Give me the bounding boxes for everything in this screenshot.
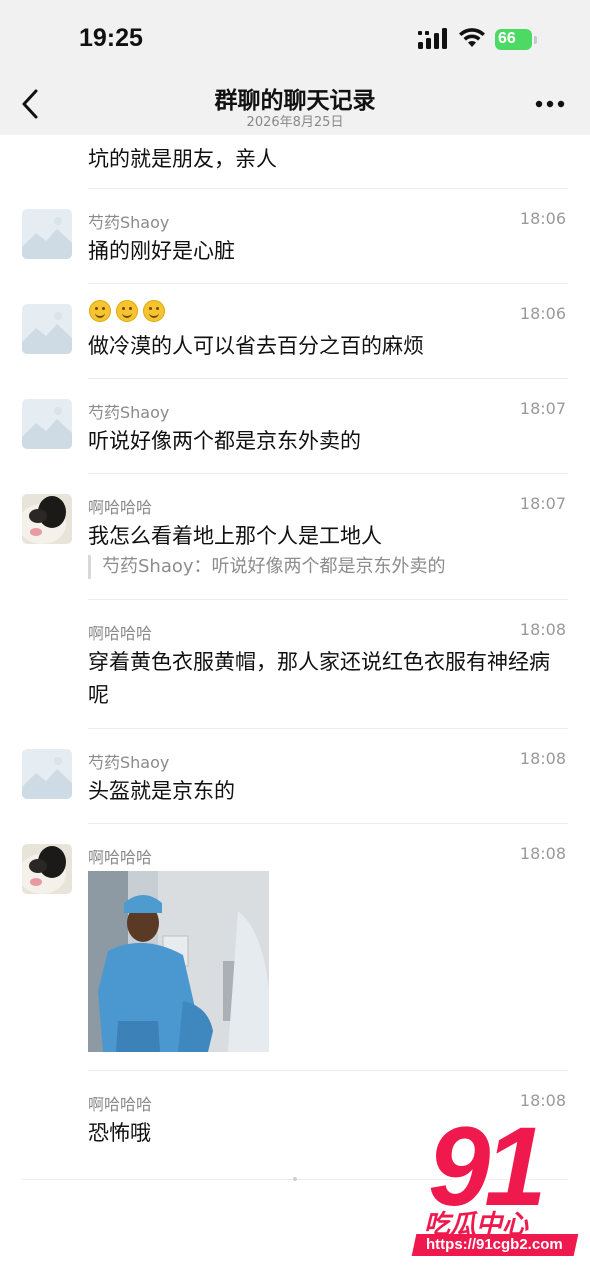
divider bbox=[88, 283, 568, 284]
page-title: 群聊的聊天记录 bbox=[214, 88, 376, 114]
sender-name: 啊哈哈哈 bbox=[88, 848, 153, 867]
person-in-blue-uniform-photo bbox=[88, 871, 269, 1052]
battery-charging-icon: 66 bbox=[495, 29, 532, 50]
avatar[interactable] bbox=[22, 494, 72, 544]
message-text: 捅的刚好是心脏 bbox=[88, 239, 235, 263]
sender-name: 啊哈哈哈 bbox=[88, 1095, 153, 1114]
placeholder-image-icon bbox=[22, 399, 72, 449]
sender-name: 啊哈哈哈 bbox=[88, 624, 153, 643]
message-time: 18:06 bbox=[519, 304, 566, 323]
avatar[interactable] bbox=[22, 209, 72, 259]
nav-bar: 群聊的聊天记录 2026年8月25日 bbox=[0, 72, 590, 135]
avatar[interactable] bbox=[22, 399, 72, 449]
watermark-logo: 91 吃瓜中心 https://91cgb2.com bbox=[411, 1104, 590, 1258]
message-text: 做冷漠的人可以省去百分之百的麻烦 bbox=[88, 334, 424, 358]
image-message[interactable] bbox=[88, 871, 269, 1052]
divider bbox=[88, 188, 568, 189]
divider bbox=[88, 378, 568, 379]
quoted-message[interactable]: 芍药Shaoy：听说好像两个都是京东外卖的 bbox=[88, 555, 446, 579]
watermark-url: https://91cgb2.com bbox=[426, 1236, 563, 1253]
message-time: 18:06 bbox=[519, 209, 566, 228]
message-time: 18:07 bbox=[519, 399, 566, 418]
sender-name: 芍药Shaoy bbox=[88, 403, 170, 422]
end-dot bbox=[293, 1177, 297, 1181]
sender-name: 芍药Shaoy bbox=[88, 213, 170, 232]
more-dots-icon[interactable] bbox=[535, 99, 565, 109]
smile-emoji-icon bbox=[143, 300, 165, 322]
divider bbox=[88, 1070, 568, 1071]
cellular-signal-icon bbox=[418, 28, 447, 49]
message-text: 我怎么看着地上那个人是工地人 bbox=[88, 524, 382, 548]
placeholder-image-icon bbox=[22, 209, 72, 259]
sender-name: 芍药Shaoy bbox=[88, 753, 170, 772]
avatar[interactable] bbox=[22, 304, 72, 354]
emoji-row bbox=[89, 300, 170, 322]
avatar[interactable] bbox=[22, 749, 72, 799]
message-text: 头盔就是京东的 bbox=[88, 779, 235, 803]
page-date: 2026年8月25日 bbox=[246, 115, 344, 130]
message-time: 18:08 bbox=[519, 844, 566, 863]
battery-level: 66 bbox=[498, 30, 516, 47]
sender-name: 啊哈哈哈 bbox=[88, 498, 153, 517]
message-text: 穿着黄色衣服黄帽，那人家还说红色衣服有神经病呢 bbox=[88, 650, 550, 707]
wifi-icon bbox=[459, 28, 485, 47]
battery-tip bbox=[534, 36, 537, 44]
message-text: 坑的就是朋友，亲人 bbox=[88, 147, 277, 171]
smile-emoji-icon bbox=[89, 300, 111, 322]
message-time: 18:07 bbox=[519, 494, 566, 513]
smile-emoji-icon bbox=[116, 300, 138, 322]
placeholder-image-icon bbox=[22, 749, 72, 799]
status-bar: 19:25 66 bbox=[0, 0, 590, 72]
message-time: 18:08 bbox=[519, 749, 566, 768]
divider bbox=[88, 599, 568, 600]
divider bbox=[88, 728, 568, 729]
message-time: 18:08 bbox=[519, 620, 566, 639]
dog-avatar-icon bbox=[22, 844, 72, 894]
status-time: 19:25 bbox=[79, 24, 143, 52]
message-text: 听说好像两个都是京东外卖的 bbox=[88, 429, 361, 453]
placeholder-image-icon bbox=[22, 304, 72, 354]
avatar[interactable] bbox=[22, 844, 72, 894]
divider bbox=[88, 473, 568, 474]
dog-avatar-icon bbox=[22, 494, 72, 544]
divider bbox=[88, 823, 568, 824]
